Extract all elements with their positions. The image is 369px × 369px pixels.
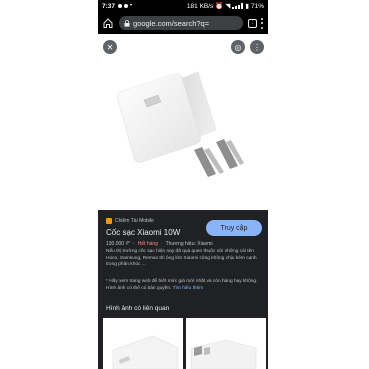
brand: Thương hiệu: Xiaomi (165, 241, 213, 247)
tab-switcher-icon[interactable]: : (248, 18, 257, 28)
notification-icon (124, 4, 129, 8)
result-meta: 130.000 ₫* · Hết hàng · Thương hiệu: Xia… (106, 241, 213, 247)
source-row[interactable]: Chiêm Tài Mobile (106, 218, 154, 224)
price: 130.000 ₫* (106, 241, 130, 247)
status-bar: 7:37 • 181 KB/s ⏰ ◥ ▮ 71% (98, 0, 268, 12)
browser-menu-icon[interactable] (261, 17, 264, 29)
network-speed: 181 KB/s (186, 2, 214, 10)
url-text: google.com/search?q= (133, 18, 210, 28)
charger-image (117, 70, 244, 177)
browser-toolbar: google.com/search?q= : (98, 12, 268, 34)
notification-icon (118, 4, 123, 8)
price-note: * Hãy xem trang web để biết mức giá mới … (106, 279, 260, 292)
alarm-icon: ⏰ (215, 3, 224, 10)
signal-icon (232, 3, 244, 9)
related-images-title: Hình ảnh có liên quan (106, 305, 170, 312)
image-preview: ✕ ◎ ⋮ (98, 34, 268, 210)
address-bar[interactable]: google.com/search?q= (119, 16, 243, 30)
result-description: Nếu thị trường cốc sạc hiện nay đã quá q… (106, 249, 257, 268)
lock-icon (124, 19, 130, 27)
result-info: Chiêm Tài Mobile Truy cập Cốc sạc Xiaomi… (98, 210, 268, 369)
site-favicon-icon (106, 218, 112, 224)
notification-dot-icon: • (130, 3, 133, 9)
separator: · (160, 241, 163, 247)
close-icon[interactable]: ✕ (103, 40, 117, 54)
wifi-icon: ◥ (225, 3, 231, 10)
related-image-thumb[interactable] (103, 318, 183, 369)
result-title[interactable]: Cốc sạc Xiaomi 10W (106, 228, 180, 237)
home-icon[interactable] (102, 17, 114, 29)
related-image-thumb[interactable] (186, 318, 266, 369)
source-name: Chiêm Tài Mobile (115, 218, 154, 224)
status-time: 7:37 (102, 2, 116, 10)
more-vert-icon[interactable]: ⋮ (250, 40, 264, 54)
battery-level: 71% (250, 2, 264, 10)
visit-button[interactable]: Truy cập (206, 220, 262, 236)
battery-icon: ▮ (245, 3, 249, 10)
separator: · (132, 241, 135, 247)
learn-more-link[interactable]: Tìm hiểu thêm (173, 286, 204, 291)
phone-screen: 7:37 • 181 KB/s ⏰ ◥ ▮ 71% google.com/sea… (98, 0, 268, 369)
stock-status: Hết hàng (137, 241, 158, 247)
